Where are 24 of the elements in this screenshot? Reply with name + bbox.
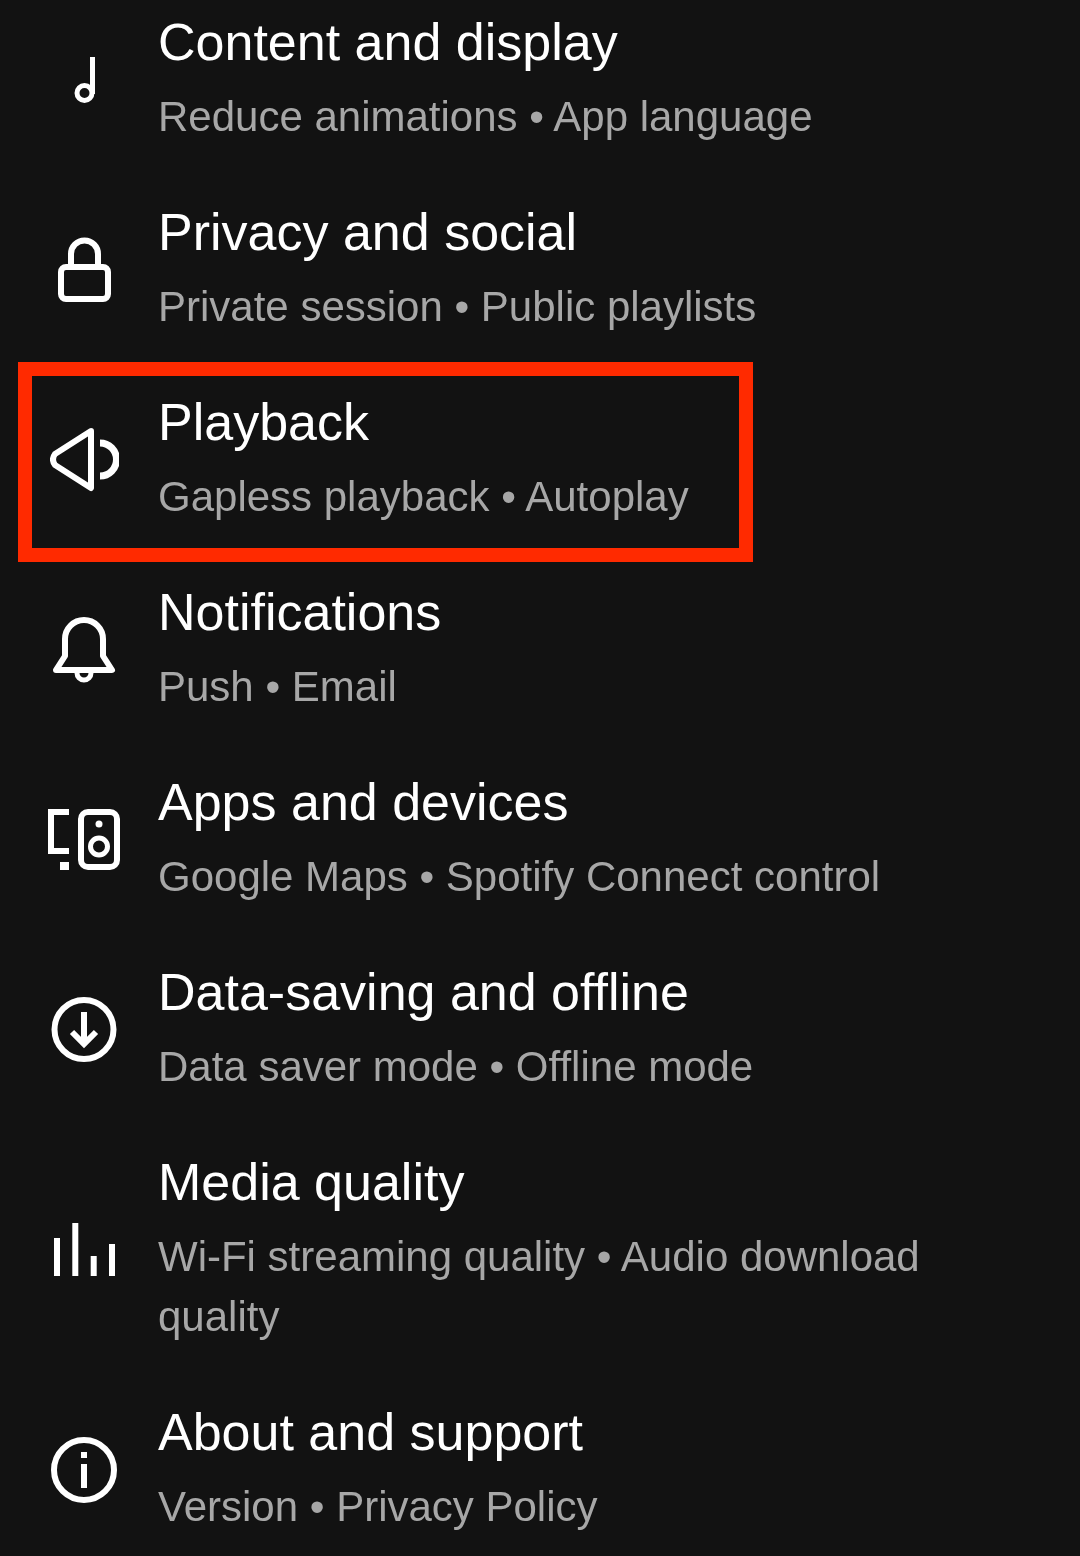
settings-item-subtitle: Gapless playback • Autoplay bbox=[158, 472, 689, 522]
speaker-icon bbox=[49, 427, 119, 492]
settings-item-subtitle: Private session • Public playlists bbox=[158, 282, 757, 332]
music-note-icon bbox=[72, 56, 96, 103]
settings-item-subtitle: Version • Privacy Policy bbox=[158, 1482, 598, 1532]
settings-item-title[interactable]: Playback bbox=[158, 392, 369, 452]
phone-and-speaker-icon bbox=[48, 809, 120, 870]
settings-item-title[interactable]: Privacy and social bbox=[158, 202, 578, 262]
settings-item-title[interactable]: Data-saving and offline bbox=[158, 962, 689, 1022]
settings-item-subtitle: Wi-Fi streaming quality • Audio download quality bbox=[158, 1232, 921, 1342]
settings-item-title[interactable]: About and support bbox=[158, 1402, 583, 1462]
settings-item-title[interactable]: Media quality bbox=[158, 1152, 465, 1212]
bell-icon bbox=[51, 615, 117, 684]
lock-icon bbox=[57, 237, 111, 302]
settings-item-title[interactable]: Apps and devices bbox=[158, 772, 569, 832]
settings-item-title[interactable]: Notifications bbox=[158, 582, 442, 642]
settings-item-subtitle: Google Maps • Spotify Connect control bbox=[158, 852, 881, 902]
settings-item-title[interactable]: Content and display bbox=[158, 12, 618, 72]
settings-item-subtitle: Reduce animations • App language bbox=[158, 92, 813, 142]
download-icon bbox=[51, 997, 117, 1062]
settings-item-subtitle: Push • Email bbox=[158, 662, 397, 712]
info-icon bbox=[51, 1436, 117, 1503]
equalizer-bars-icon bbox=[53, 1223, 115, 1276]
settings-item-subtitle: Data saver mode • Offline mode bbox=[158, 1042, 754, 1092]
